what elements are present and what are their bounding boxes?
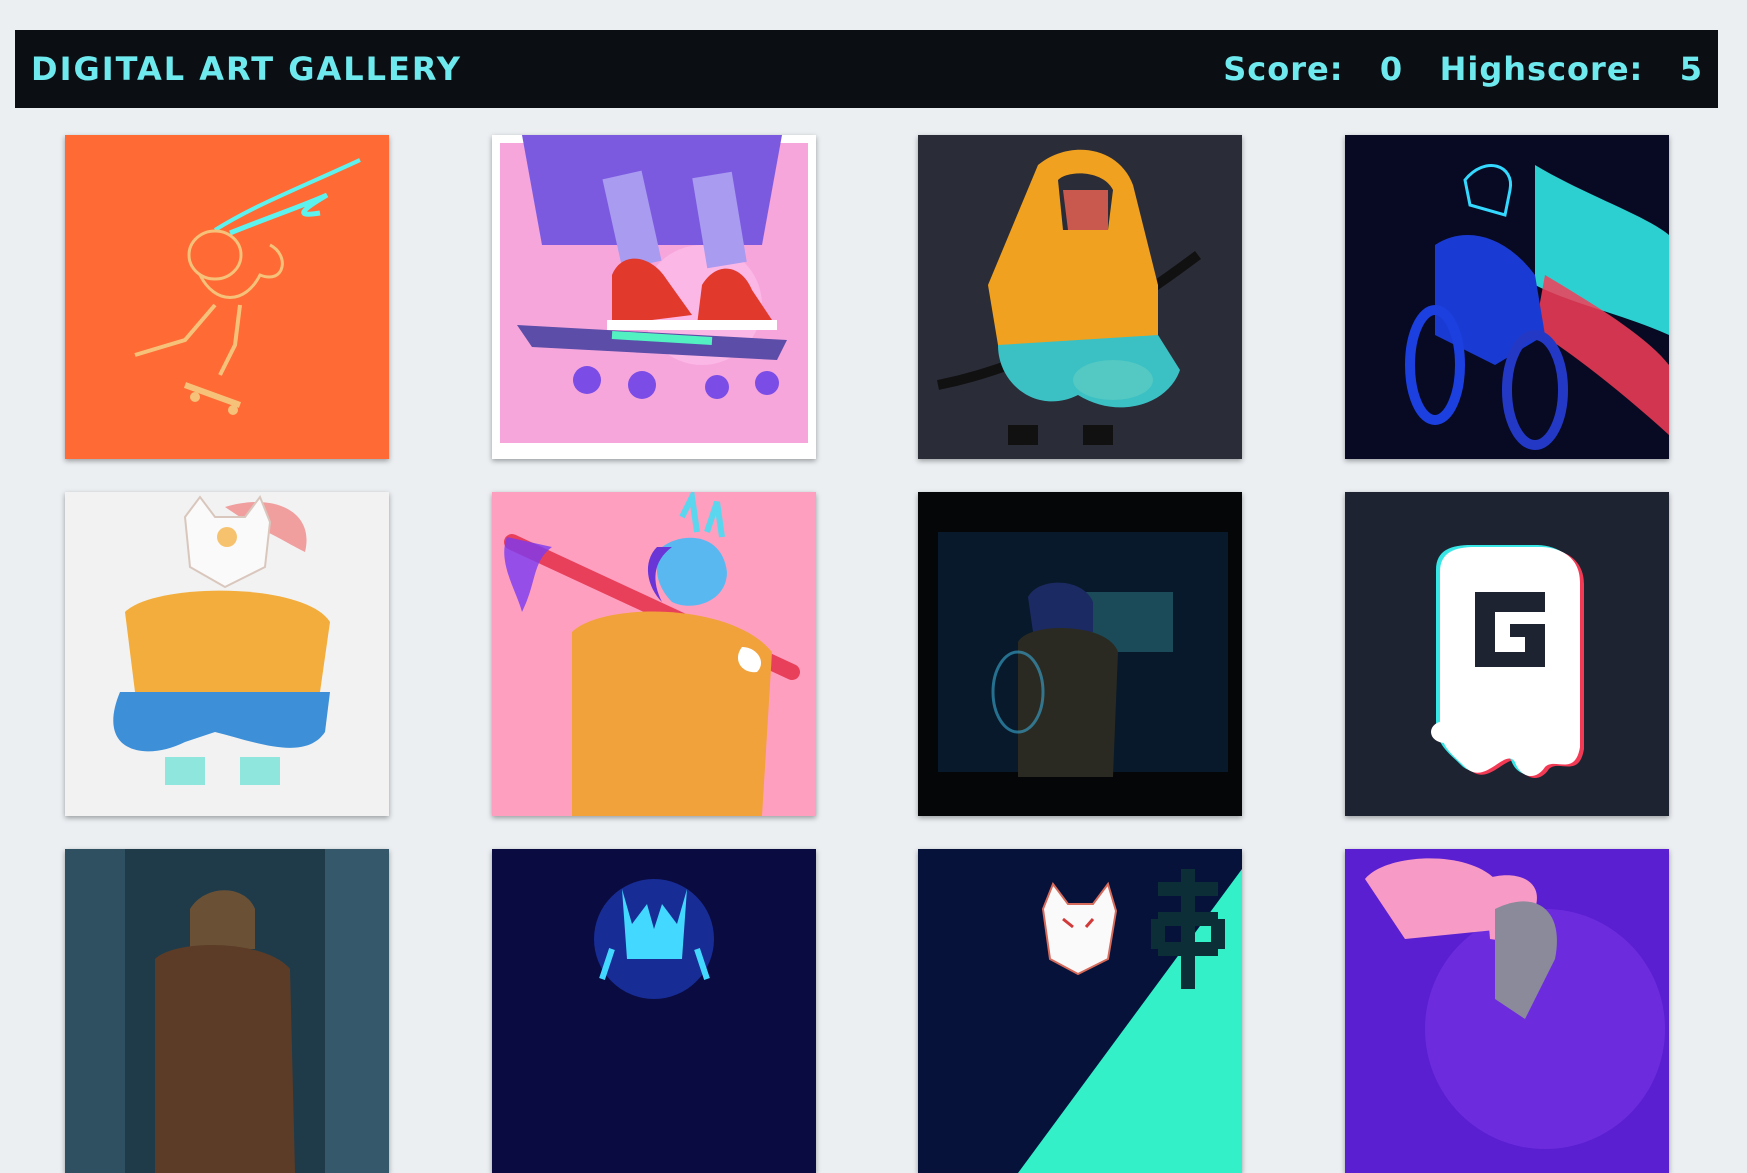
gallery-card-oni-mask-baseball-bat[interactable]	[492, 492, 816, 816]
gallery-card-skater-jump-orange[interactable]	[65, 135, 389, 459]
ghost-logo-artwork	[1345, 492, 1669, 816]
gallery-card-neon-motorbike-rider[interactable]	[1345, 135, 1669, 459]
highscore-value: 5	[1679, 50, 1703, 88]
gallery-card-kitsune-neon-kanji[interactable]	[918, 849, 1242, 1173]
oni-bat-artwork	[492, 492, 816, 816]
city-street-artwork	[65, 849, 389, 1173]
gallery-card-dark-alley-figure[interactable]	[918, 492, 1242, 816]
app-header: DIGITAL ART GALLERY Score: 0 Highscore: …	[15, 30, 1718, 108]
kitsune-kanji-artwork	[918, 849, 1242, 1173]
gallery-card-city-street-figure[interactable]	[65, 849, 389, 1173]
gallery-card-sneakers-skateboard-pink[interactable]	[492, 135, 816, 459]
motorbike-artwork	[1345, 135, 1669, 459]
gallery-card-purple-jump[interactable]	[1345, 849, 1669, 1173]
skater-jump-artwork	[65, 135, 389, 459]
gallery-card-hoodie-katana-crouch[interactable]	[918, 135, 1242, 459]
scoreboard: Score: 0 Highscore: 5	[1223, 50, 1703, 88]
neon-oni-artwork	[492, 849, 816, 1173]
gallery-card-ghost-g-logo[interactable]	[1345, 492, 1669, 816]
gallery-card-neon-oni-glow[interactable]	[492, 849, 816, 1173]
purple-jump-artwork	[1345, 849, 1669, 1173]
dark-alley-artwork	[918, 492, 1242, 816]
sneakers-skateboard-artwork	[492, 135, 816, 459]
hoodie-katana-artwork	[918, 135, 1242, 459]
highscore-label: Highscore:	[1439, 50, 1644, 88]
gallery-card-kitsune-mask-crouch[interactable]	[65, 492, 389, 816]
kitsune-crouch-artwork	[65, 492, 389, 816]
score-value: 0	[1379, 50, 1404, 88]
score-label: Score:	[1223, 50, 1344, 88]
app-title: DIGITAL ART GALLERY	[31, 50, 462, 88]
